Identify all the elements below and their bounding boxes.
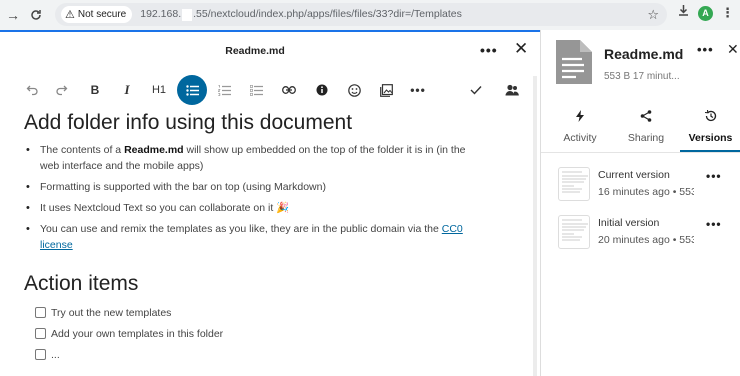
- todo-checkbox[interactable]: [35, 328, 46, 339]
- editor-close-icon[interactable]: ✕: [514, 39, 528, 59]
- list-item: Formatting is supported with the bar on …: [24, 179, 484, 195]
- profile-avatar[interactable]: A: [698, 5, 713, 21]
- italic-icon[interactable]: I: [113, 76, 141, 104]
- forward-icon[interactable]: →: [2, 4, 24, 26]
- heading-button[interactable]: H1: [145, 76, 173, 104]
- sidebar-close-icon[interactable]: ✕: [727, 41, 739, 58]
- sidebar-more-icon[interactable]: •••: [697, 42, 714, 57]
- formatting-toolbar: B I H1 •••: [18, 75, 528, 106]
- version-more-icon[interactable]: •••: [706, 217, 722, 231]
- list-item: You can use and remix the templates as y…: [24, 221, 484, 253]
- redo-icon[interactable]: [48, 76, 76, 104]
- editor-more-icon[interactable]: •••: [480, 42, 498, 58]
- security-label: Not secure: [77, 9, 127, 20]
- image-icon[interactable]: [372, 76, 400, 104]
- sidebar-tabs: Activity Sharing Versions: [541, 109, 740, 152]
- sidebar-file-meta: 553 B 17 minut...: [604, 71, 680, 82]
- info-icon[interactable]: [308, 76, 336, 104]
- text-editor: Readme.md ••• ✕ B I H1 ••• Add folder in…: [0, 30, 540, 376]
- history-icon: [704, 109, 717, 126]
- share-icon: [640, 110, 652, 126]
- version-row-initial[interactable]: Initial version 20 minutes ago • 553 B •…: [558, 215, 740, 251]
- version-row-current[interactable]: Current version 16 minutes ago • 553 B •…: [558, 167, 740, 203]
- file-details-sidebar: Readme.md 553 B 17 minut... ••• ✕ Activi…: [540, 30, 740, 376]
- document-file-icon: [554, 40, 592, 84]
- todo-item: Try out the new templates: [35, 305, 484, 320]
- security-chip[interactable]: ⚠ Not secure: [61, 6, 133, 23]
- heading-action-items: Action items: [24, 272, 139, 295]
- list-item: The contents of a Readme.md will show up…: [24, 142, 484, 174]
- url-prefix: 192.168.: [140, 8, 182, 21]
- tab-sharing[interactable]: Sharing: [613, 110, 679, 152]
- tab-versions[interactable]: Versions: [680, 109, 740, 152]
- bullet-list-icon[interactable]: [177, 75, 207, 105]
- browser-actions: A ⋮: [677, 4, 734, 22]
- reload-icon[interactable]: [25, 4, 47, 26]
- todo-item: Add your own templates in this folder: [35, 326, 484, 341]
- bookmark-star-icon[interactable]: ☆: [647, 7, 659, 23]
- list-item: It uses Nextcloud Text so you can collab…: [24, 200, 484, 216]
- activity-icon: [575, 110, 585, 126]
- checklist-icon[interactable]: [242, 76, 270, 104]
- browser-toolbar: → ⚠ Not secure 192.168. .55/nextcloud/ind…: [0, 0, 740, 30]
- tabs-divider: [541, 152, 740, 153]
- bullet-list: The contents of a Readme.md will show up…: [24, 142, 484, 253]
- version-time: 20 minutes ago • 553 B: [598, 234, 694, 246]
- version-preview-thumbnail: [558, 215, 590, 249]
- version-time: 16 minutes ago • 553 B: [598, 186, 694, 198]
- editor-scrollbar[interactable]: [533, 76, 537, 376]
- version-name: Current version: [598, 169, 670, 181]
- todo-item: ...: [35, 347, 484, 362]
- toolbar-more-icon[interactable]: •••: [404, 76, 432, 104]
- sidebar-file-name: Readme.md: [604, 46, 684, 62]
- heading-folder-info: Add folder info using this document: [24, 111, 353, 134]
- version-name: Initial version: [598, 217, 660, 229]
- undo-icon[interactable]: [18, 76, 46, 104]
- address-bar[interactable]: ⚠ Not secure 192.168. .55/nextcloud/index…: [55, 3, 667, 26]
- redacted-block: [182, 8, 193, 21]
- collaborators-icon[interactable]: [498, 76, 526, 104]
- download-icon[interactable]: [677, 4, 690, 22]
- link-icon[interactable]: [275, 76, 303, 104]
- todo-checkbox[interactable]: [35, 307, 46, 318]
- browser-menu-icon[interactable]: ⋮: [721, 5, 734, 21]
- numbered-list-icon[interactable]: [210, 76, 238, 104]
- version-more-icon[interactable]: •••: [706, 169, 722, 183]
- version-preview-thumbnail: [558, 167, 590, 201]
- bold-icon[interactable]: B: [81, 76, 109, 104]
- editor-title: Readme.md: [225, 45, 285, 57]
- warning-icon: ⚠: [65, 9, 75, 21]
- emoji-icon[interactable]: [340, 76, 368, 104]
- url-suffix: .55/nextcloud/index.php/apps/files/files…: [193, 8, 462, 21]
- todo-checkbox[interactable]: [35, 349, 46, 360]
- tab-activity[interactable]: Activity: [547, 110, 613, 152]
- checkmark-icon[interactable]: [462, 76, 490, 104]
- todo-list: Try out the new templates Add your own t…: [24, 305, 484, 362]
- url-text: 192.168. .55/nextcloud/index.php/apps/fil…: [140, 8, 462, 21]
- document-content[interactable]: Add folder info using this document The …: [24, 110, 484, 362]
